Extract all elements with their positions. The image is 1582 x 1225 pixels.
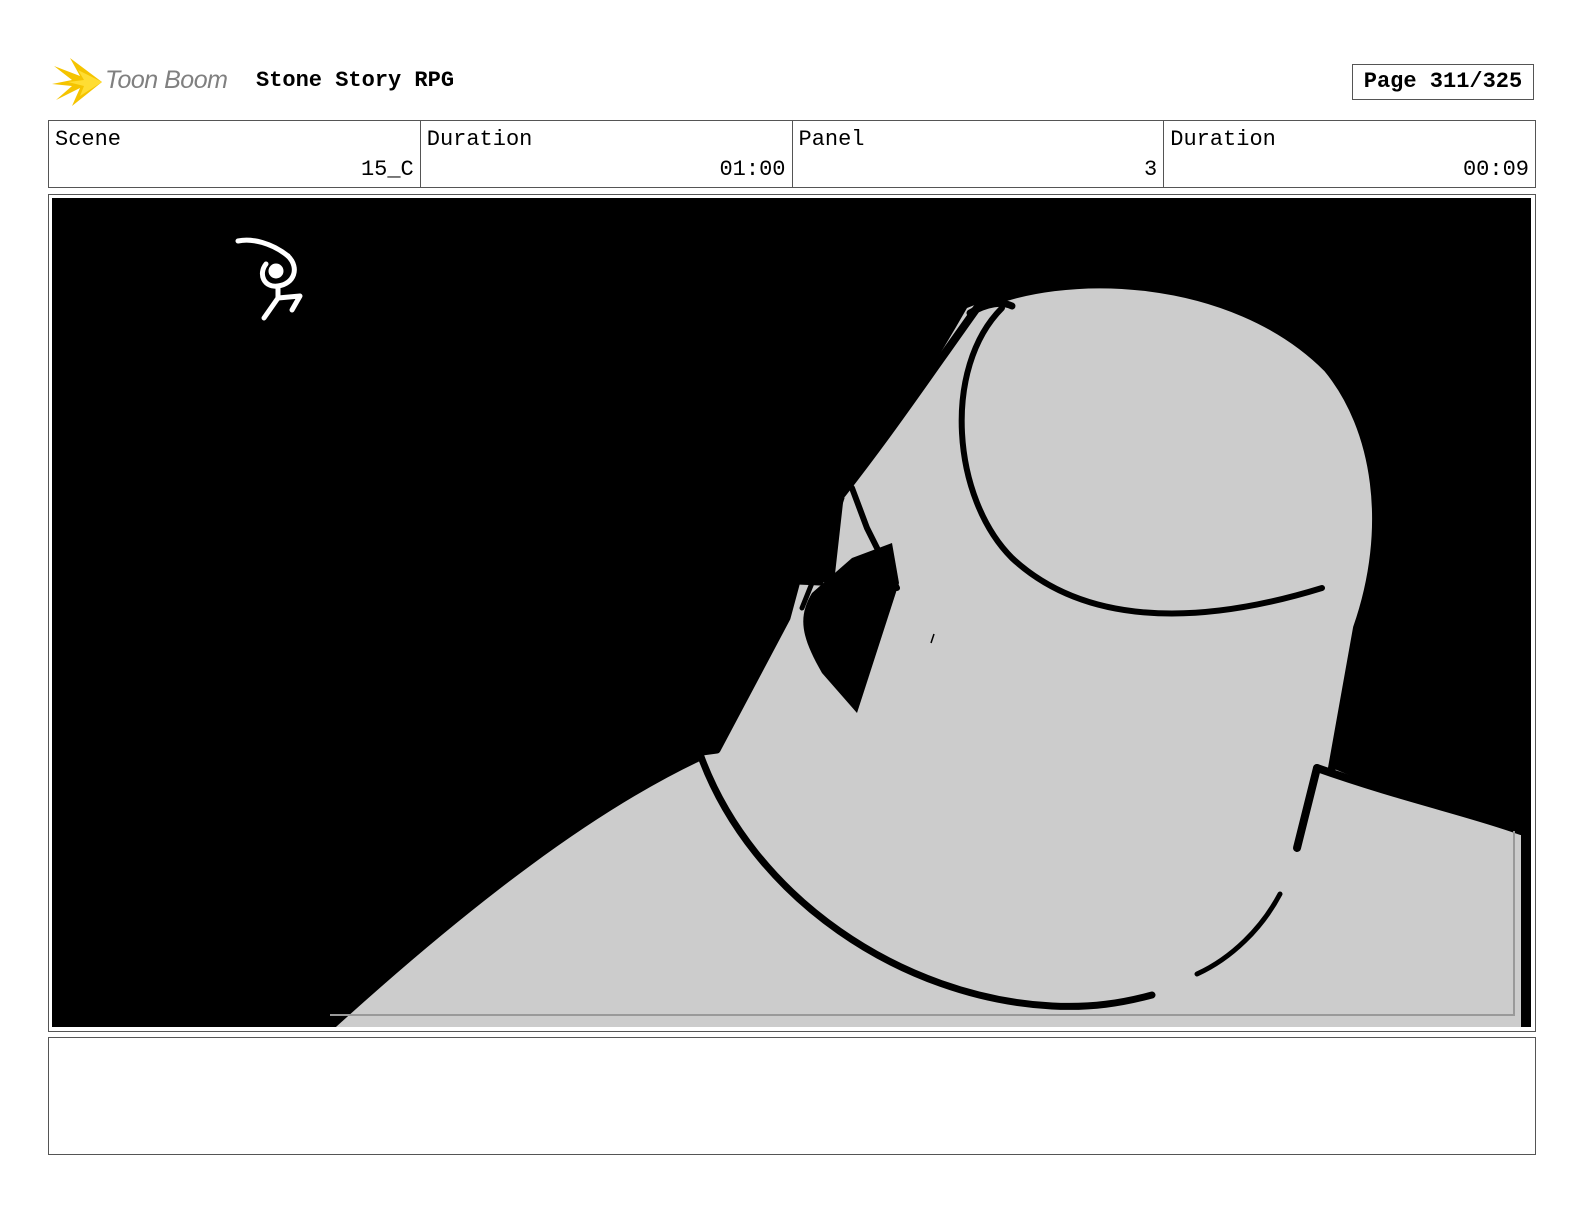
panel-value: 3 — [1144, 157, 1158, 182]
panel-drawing — [52, 198, 1531, 1027]
page-number: Page 311/325 — [1352, 64, 1534, 100]
panel-duration-value: 00:09 — [1462, 157, 1529, 182]
scene-duration-value: 01:00 — [719, 157, 786, 182]
logo-text: Toon Boom — [105, 66, 228, 94]
panel-duration-label: Duration — [1170, 127, 1276, 152]
scene-duration-label: Duration — [426, 127, 533, 152]
panel-label: Panel — [798, 127, 865, 152]
toon-boom-logo: Toon Boom — [50, 56, 240, 108]
storyboard-panel — [48, 194, 1536, 1032]
panel-notes — [48, 1037, 1536, 1155]
project-title: Stone Story RPG — [256, 68, 455, 93]
starburst-logo-icon — [52, 58, 102, 106]
scene-value: 15_C — [360, 157, 414, 182]
scene-duration-cell: Duration 01:00 — [421, 121, 793, 187]
scene-cell: Scene 15_C — [49, 121, 421, 187]
scene-label: Scene — [55, 127, 122, 152]
scene-info-table: Scene 15_C Duration 01:00 Panel 3 Durati… — [48, 120, 1536, 188]
panel-cell: Panel 3 — [793, 121, 1165, 187]
panel-duration-cell: Duration 00:09 — [1164, 121, 1535, 187]
